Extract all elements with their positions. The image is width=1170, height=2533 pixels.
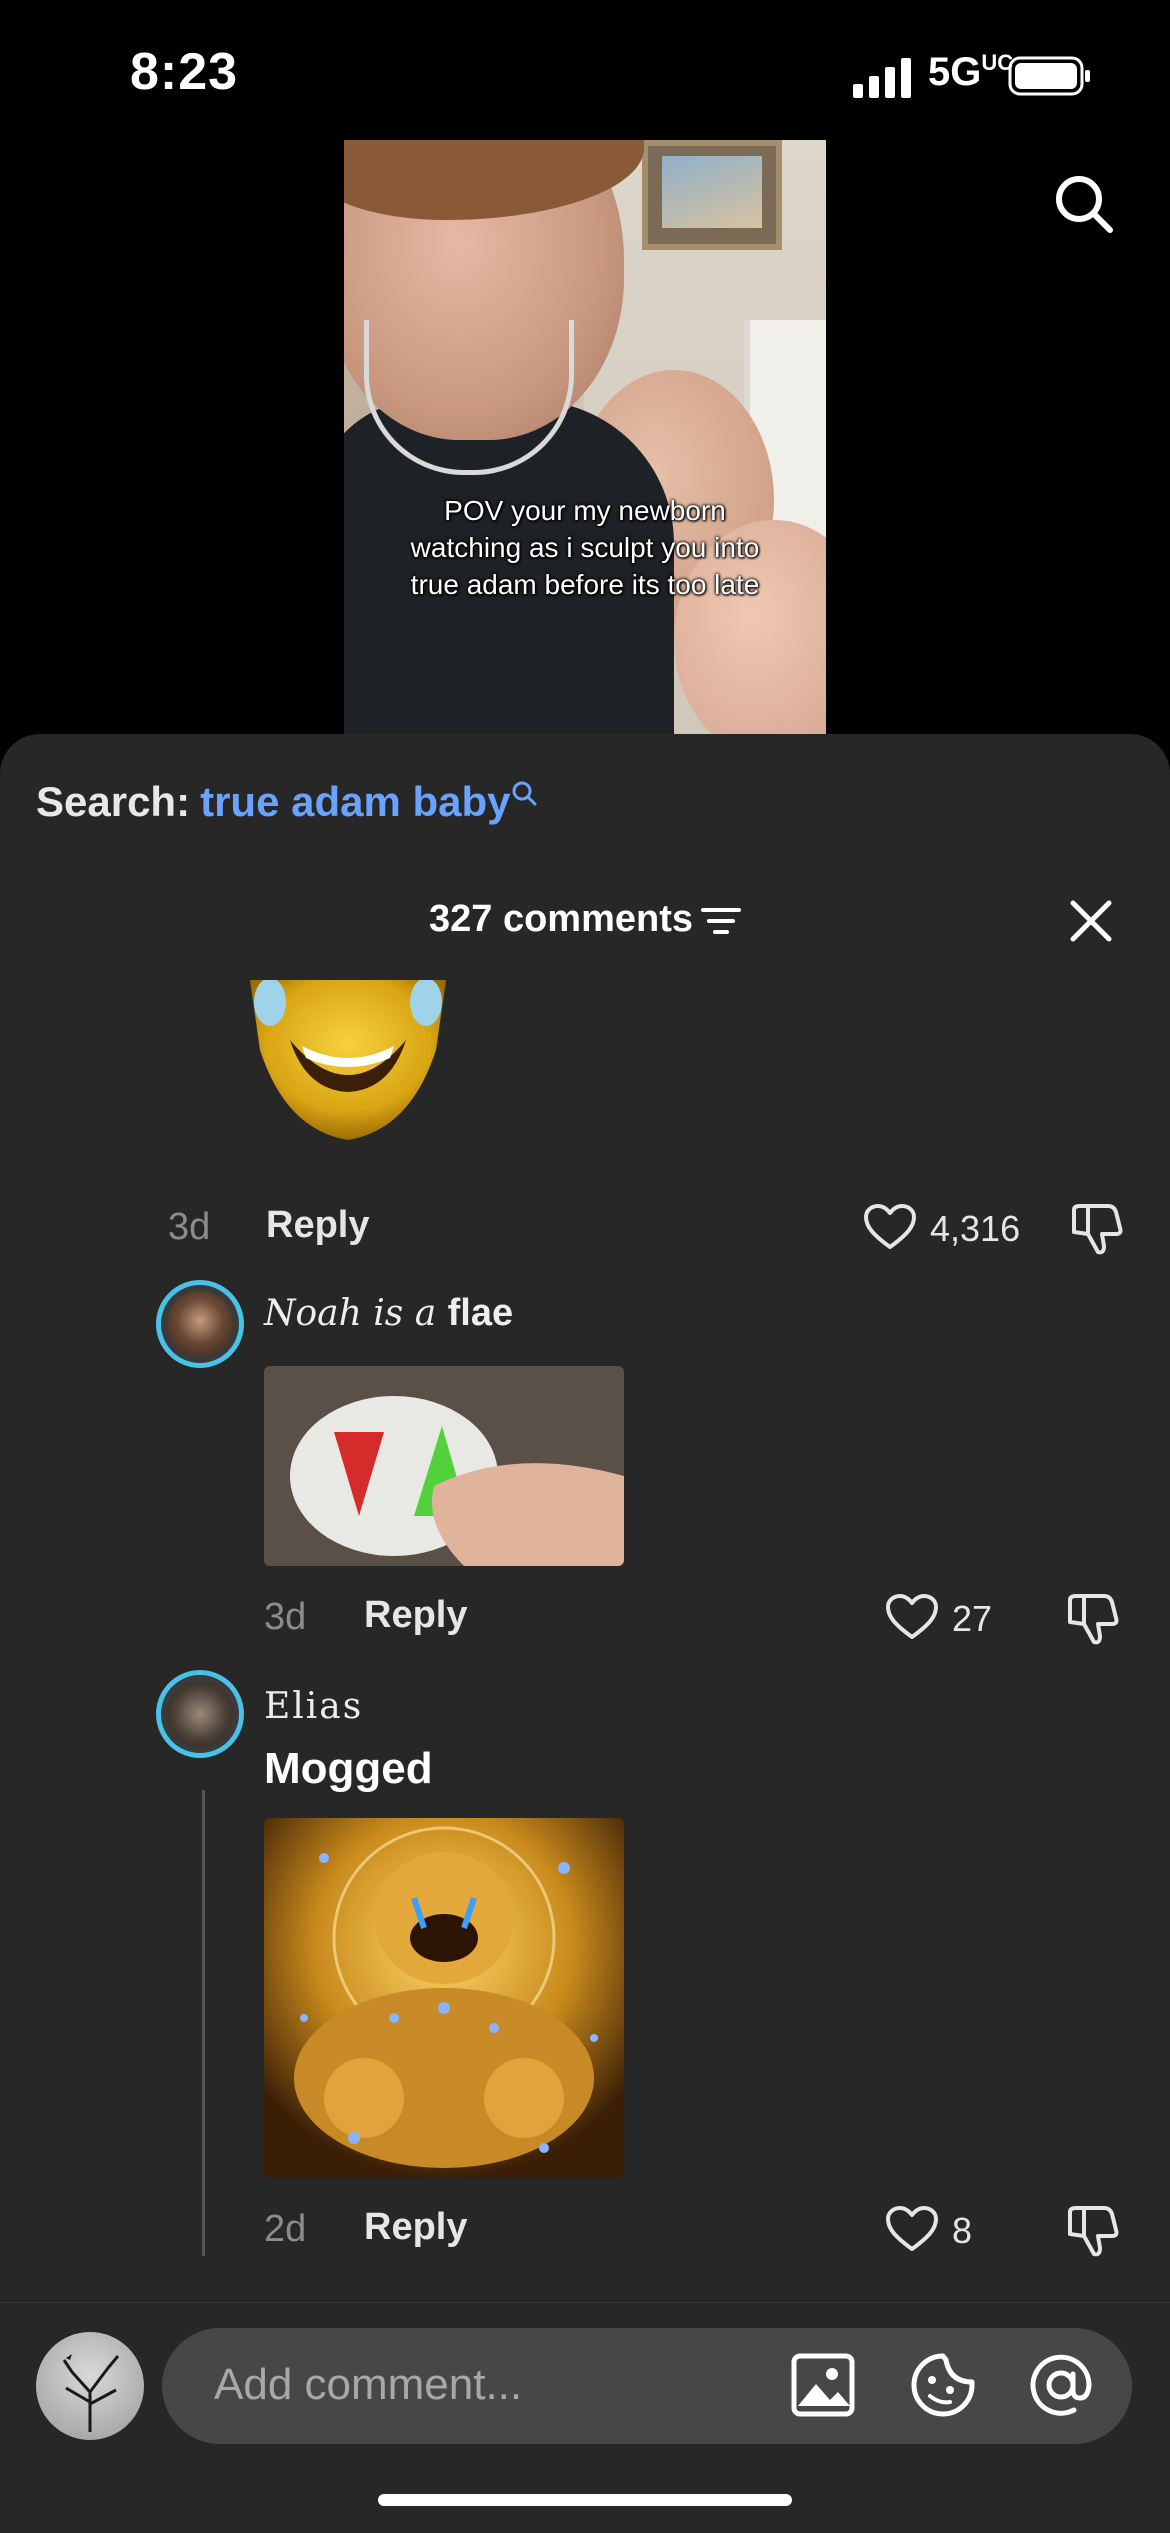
avatar[interactable] [156, 1280, 244, 1368]
cellular-signal-icon [853, 58, 911, 98]
thread-line [202, 1790, 205, 2256]
comment-age: 2d [264, 2208, 307, 2250]
like-heart-icon[interactable] [886, 2206, 938, 2252]
status-time: 8:23 [130, 43, 239, 101]
comments-sheet [0, 734, 1170, 2532]
sort-filter-icon[interactable] [701, 906, 741, 936]
comment-image-golden-statue[interactable] [264, 1818, 624, 2178]
comment-image-button[interactable] [264, 1366, 624, 1566]
avatar[interactable] [156, 1670, 244, 1758]
reply-button[interactable]: Reply [266, 1204, 369, 1247]
video-player[interactable]: POV your my newborn watching as i sculpt… [344, 140, 826, 734]
dislike-icon[interactable] [1066, 1592, 1120, 1646]
my-avatar [36, 2332, 144, 2440]
tree-icon [62, 2354, 120, 2432]
comment-input-placeholder[interactable]: Add comment... [214, 2360, 522, 2410]
dislike-icon[interactable] [1066, 2204, 1120, 2258]
like-heart-icon[interactable] [864, 1204, 916, 1250]
search-mini-icon [512, 781, 537, 806]
comment-age: 3d [168, 1206, 211, 1248]
search-query-link[interactable]: true adam baby [200, 778, 510, 825]
image-icon[interactable] [790, 2352, 856, 2418]
mention-icon[interactable] [1028, 2352, 1094, 2418]
search-icon[interactable] [1052, 172, 1116, 236]
network-type: 5GUC [928, 50, 1014, 94]
like-count: 4,316 [930, 1208, 1021, 1249]
battery-icon [1008, 56, 1090, 96]
comment-image-golden-mask[interactable] [240, 980, 456, 1142]
like-heart-icon[interactable] [886, 1594, 938, 1640]
like-count: 8 [952, 2210, 973, 2251]
comment-username[interactable]: Noah is a flae [264, 1292, 513, 1335]
close-icon[interactable] [1068, 898, 1114, 944]
sticker-emoji-icon[interactable] [910, 2352, 976, 2418]
comments-count: 327 comments [428, 898, 693, 940]
home-indicator[interactable] [378, 2494, 792, 2506]
reply-button[interactable]: Reply [364, 2206, 467, 2249]
search-suggestion[interactable]: Search: true adam baby [36, 778, 537, 826]
like-count: 27 [952, 1598, 993, 1639]
comment-age: 3d [264, 1596, 307, 1638]
dislike-icon[interactable] [1070, 1202, 1124, 1256]
comments-header: 327 comments [0, 898, 1170, 941]
comment-text: Mogged [264, 1744, 433, 1793]
reply-button[interactable]: Reply [364, 1594, 467, 1637]
video-caption: POV your my newborn watching as i sculpt… [410, 495, 760, 600]
comment-username[interactable]: Elias [264, 1686, 363, 1727]
